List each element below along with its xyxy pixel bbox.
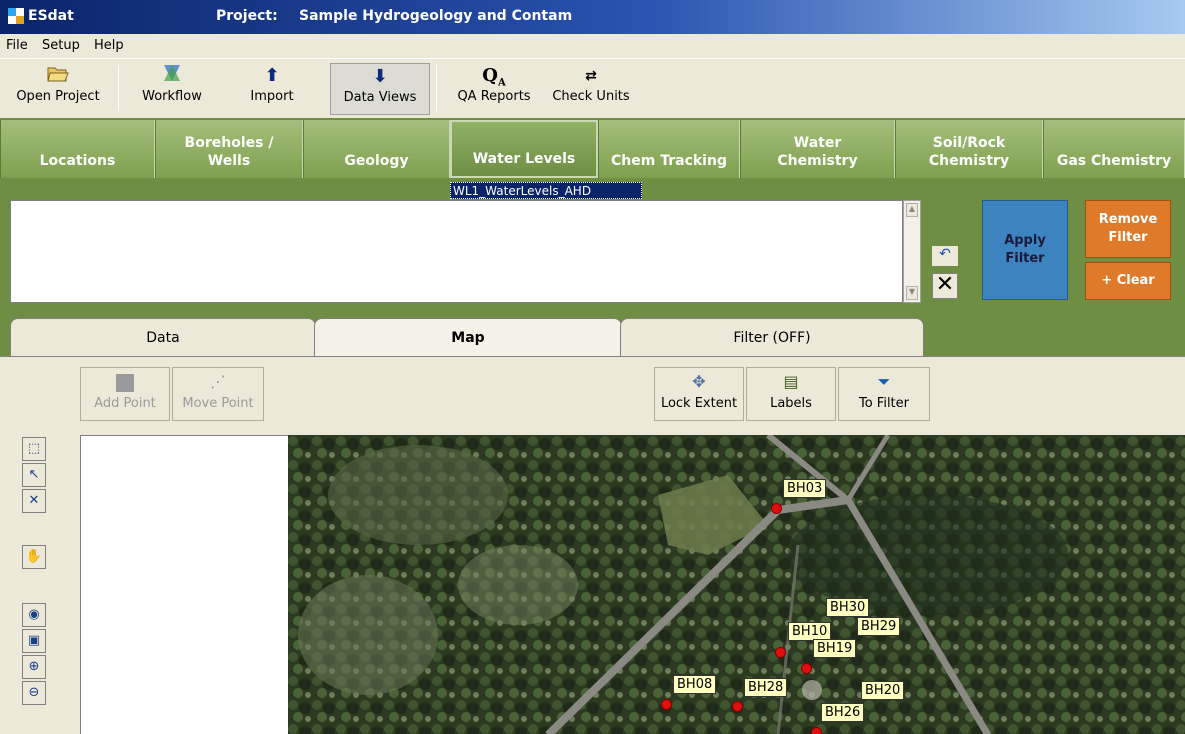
import-button[interactable]: ⬆ Import	[236, 63, 308, 115]
folder-open-icon	[0, 63, 116, 89]
map-panel: Add Point ⋰ Move Point ✥ Lock Extent ▤ L…	[0, 356, 1185, 734]
data-views-button[interactable]: ⬇ Data Views	[330, 63, 430, 115]
borehole-label-bh03[interactable]: BH03	[783, 479, 827, 498]
map-legend-panel	[80, 435, 288, 734]
workflow-icon	[128, 63, 216, 89]
borehole-marker-bh19[interactable]	[801, 663, 812, 674]
aerial-map[interactable]: BH03 BH30 BH10 BH29 BH19 BH08 BH28 BH20 …	[288, 435, 1185, 734]
aerial-photo	[288, 435, 1185, 734]
borehole-label-bh29[interactable]: BH29	[857, 617, 901, 636]
toolbar-separator	[436, 65, 437, 111]
borehole-label-bh26[interactable]: BH26	[821, 703, 865, 722]
borehole-label-bh28[interactable]: BH28	[744, 678, 788, 697]
select-icon[interactable]: ⬚	[22, 437, 46, 461]
labels-button[interactable]: ▤ Labels	[746, 367, 836, 421]
apply-filter-button[interactable]: Apply Filter	[982, 200, 1068, 300]
view-tab-bar: Data Map Filter (OFF)	[0, 312, 1185, 356]
tab-chem-tracking[interactable]: Chem Tracking	[598, 120, 740, 178]
tab-boreholes-wells[interactable]: Boreholes / Wells	[155, 120, 303, 178]
menu-file[interactable]: File	[6, 38, 28, 53]
deselect-icon[interactable]: ✕	[22, 489, 46, 513]
borehole-label-bh20[interactable]: BH20	[861, 681, 905, 700]
borehole-label-bh19[interactable]: BH19	[813, 639, 857, 658]
tab-water-chemistry[interactable]: Water Chemistry	[740, 120, 895, 178]
move-point-button[interactable]: ⋰ Move Point	[172, 367, 264, 421]
borehole-marker-bh03[interactable]	[771, 503, 782, 514]
zoom-out-icon[interactable]: ⊖	[22, 681, 46, 705]
data-view-select[interactable]: WL1_WaterLevels_AHD	[450, 182, 642, 199]
workflow-button[interactable]: Workflow	[128, 63, 216, 115]
tab-gas-chemistry[interactable]: Gas Chemistry	[1043, 120, 1185, 178]
tab-data[interactable]: Data	[10, 318, 316, 356]
scroll-down-icon[interactable]: ▼	[906, 286, 918, 300]
labels-icon: ▤	[783, 372, 799, 391]
lock-extent-button[interactable]: ✥ Lock Extent	[654, 367, 744, 421]
to-filter-button[interactable]: ⏷ To Filter	[838, 367, 930, 421]
module-tab-bar: Locations Boreholes / Wells Geology Wate…	[0, 118, 1185, 180]
down-arrow-icon: ⬇	[372, 66, 388, 87]
borehole-marker-bh28[interactable]	[732, 701, 743, 712]
scroll-up-icon[interactable]: ▲	[906, 203, 918, 217]
toolbar-separator	[118, 65, 119, 111]
clear-button[interactable]: + Clear	[1085, 262, 1171, 300]
open-project-button[interactable]: Open Project	[0, 63, 116, 115]
title-bar: ESdat Project: Sample Hydrogeology and C…	[0, 0, 1185, 34]
undo-icon: ↶	[939, 246, 951, 262]
globe-icon[interactable]: ◉	[22, 603, 46, 627]
tab-map[interactable]: Map	[314, 318, 622, 356]
zoom-in-icon[interactable]: ⊕	[22, 655, 46, 679]
borehole-label-bh08[interactable]: BH08	[673, 675, 717, 694]
select-point-icon[interactable]: ↖	[22, 463, 46, 487]
qa-icon: QA	[482, 65, 506, 89]
map-tool-column: ⬚ ↖ ✕ ✋ ◉ ▣ ⊕ ⊖	[20, 435, 54, 734]
project-name: Sample Hydrogeology and Contam	[299, 8, 573, 24]
remove-filter-button[interactable]: Remove Filter	[1085, 200, 1171, 258]
pan-hand-icon[interactable]: ✋	[22, 545, 46, 569]
close-icon: ✕	[935, 272, 955, 297]
add-point-icon	[81, 368, 169, 396]
tab-water-levels[interactable]: Water Levels	[450, 120, 598, 178]
tab-filter[interactable]: Filter (OFF)	[620, 318, 924, 356]
borehole-marker-bh08[interactable]	[661, 699, 672, 710]
borehole-marker-bh10[interactable]	[775, 647, 786, 658]
borehole-marker-bh26[interactable]	[811, 727, 822, 734]
tab-soil-rock-chemistry[interactable]: Soil/Rock Chemistry	[895, 120, 1043, 178]
qa-reports-button[interactable]: QA QA Reports	[448, 63, 540, 115]
lock-extent-icon: ✥	[692, 372, 706, 391]
full-extent-icon[interactable]: ▣	[22, 629, 46, 653]
menu-help[interactable]: Help	[94, 38, 124, 53]
menu-bar: File Setup Help	[0, 34, 1185, 58]
filter-text-field[interactable]	[10, 200, 903, 303]
main-toolbar: Open Project Workflow ⬆ Import ⬇ Data Vi…	[0, 58, 1185, 118]
add-point-button[interactable]: Add Point	[80, 367, 170, 421]
clear-filter-x-button[interactable]: ✕	[932, 273, 958, 299]
undo-button[interactable]: ↶	[932, 246, 958, 266]
tab-geology[interactable]: Geology	[303, 120, 450, 178]
app-name: ESdat	[28, 8, 74, 24]
filter-scrollbar[interactable]: ▲ ▼	[903, 200, 921, 303]
check-units-button[interactable]: ⇄ Check Units	[540, 63, 642, 115]
filter-panel: WL1_WaterLevels_AHD ▲ ▼ ↶ ✕ Apply Filter…	[0, 180, 1185, 312]
funnel-icon: ⏷	[877, 372, 891, 391]
units-icon: ⇄	[585, 68, 597, 84]
menu-setup[interactable]: Setup	[42, 38, 80, 53]
esdat-logo-icon	[8, 8, 24, 24]
up-arrow-icon: ⬆	[264, 65, 280, 86]
project-label: Project:	[216, 8, 278, 24]
borehole-label-bh30[interactable]: BH30	[826, 598, 870, 617]
tab-locations[interactable]: Locations	[0, 120, 155, 178]
map-toolbar: Add Point ⋰ Move Point ✥ Lock Extent ▤ L…	[0, 357, 1185, 435]
move-point-icon: ⋰	[210, 372, 226, 391]
